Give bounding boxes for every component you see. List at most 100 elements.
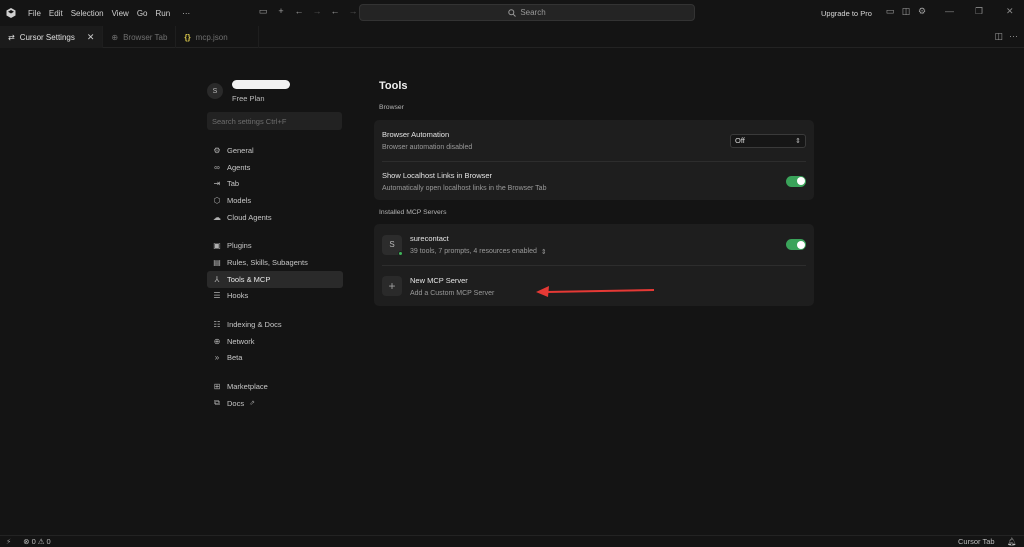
globe-icon: ⊕ — [213, 336, 221, 346]
sidebar-item-docs[interactable]: ⧉ Docs ⇗ — [207, 395, 343, 412]
server-avatar-letter: S — [389, 240, 395, 249]
sidebar-item-rules[interactable]: ▤ Rules, Skills, Subagents — [207, 254, 343, 271]
sidebar-item-label: General — [227, 145, 254, 155]
sidebar-item-hooks[interactable]: ☰ Hooks — [207, 288, 343, 305]
sidebar-item-agents[interactable]: ∞ Agents — [207, 159, 343, 176]
sidebar-item-general[interactable]: ⚙ General — [207, 142, 343, 159]
split-editor-icon[interactable]: ◫ — [994, 31, 1003, 42]
cursor-tab-status[interactable]: Cursor Tab — [958, 537, 995, 546]
localhost-links-row: Show Localhost Links in Browser Automati… — [374, 162, 814, 200]
tab-label: mcp.json — [195, 32, 228, 42]
tab-mcp-json[interactable]: {} mcp.json — [176, 26, 259, 48]
sidebar-item-models[interactable]: ⬡ Models — [207, 192, 343, 209]
mcp-server-row: S surecontact 39 tools, 7 prompts, 4 res… — [374, 224, 814, 265]
plus-icon: + — [382, 276, 402, 296]
gear-icon[interactable]: ⚙ — [917, 6, 927, 17]
sidebar-item-network[interactable]: ⊕ Network — [207, 333, 343, 350]
sidebar-item-indexing-docs[interactable]: ☷ Indexing & Docs — [207, 316, 343, 333]
browser-section-label: Browser — [379, 104, 404, 111]
settings-sliders-icon: ⇄ — [8, 32, 15, 42]
menu-run[interactable]: Run — [155, 9, 170, 18]
setting-title: Browser Automation — [382, 130, 450, 139]
external-link-icon: ⇗ — [249, 400, 255, 408]
globe-icon: ⊕ — [111, 32, 119, 42]
sidebar-item-cloud-agents[interactable]: ☁ Cloud Agents — [207, 209, 343, 226]
nav-group-external: ⊞ Marketplace ⧉ Docs ⇗ — [207, 378, 343, 411]
server-details[interactable]: 39 tools, 7 prompts, 4 resources enabled — [410, 248, 537, 256]
nav-group-tools: ▣ Plugins ▤ Rules, Skills, Subagents ⅄ Tool… — [207, 237, 343, 304]
sidebar-item-label: Cloud Agents — [227, 212, 272, 222]
server-name: surecontact — [410, 233, 449, 243]
more-actions-icon[interactable]: ··· — [1009, 31, 1018, 42]
setting-title: Show Localhost Links in Browser — [382, 170, 493, 180]
database-icon: ☷ — [213, 320, 221, 330]
menu-edit[interactable]: Edit — [49, 9, 63, 18]
upgrade-to-pro-link[interactable]: Upgrade to Pro — [821, 9, 872, 18]
browser-automation-select[interactable]: Off ⇕ — [730, 133, 806, 148]
history-forward-icon[interactable]: → — [348, 6, 358, 17]
sidebar-item-label: Plugins — [227, 241, 252, 251]
mcp-section-label: Installed MCP Servers — [379, 209, 447, 216]
sidebar-item-label: Hooks — [227, 291, 249, 301]
browser-settings-card: Browser Automation Browser automation di… — [374, 120, 814, 200]
sidebar-item-label: Tab — [227, 179, 240, 189]
menu-file[interactable]: File — [28, 9, 41, 18]
minimize-icon[interactable]: — — [945, 6, 954, 16]
sidebar-item-beta[interactable]: » Beta — [207, 350, 343, 367]
warning-count[interactable]: 0 — [46, 537, 50, 546]
sidebar-item-label: Marketplace — [227, 382, 268, 392]
sidebar-item-plugins[interactable]: ▣ Plugins — [207, 237, 343, 254]
chevron-updown-icon[interactable]: ⇕ — [541, 248, 547, 256]
remote-icon[interactable]: ⚡ — [6, 537, 11, 546]
sidebar-item-label: Docs — [227, 398, 245, 408]
json-braces-icon: {} — [184, 32, 191, 42]
menu-selection[interactable]: Selection — [71, 9, 104, 18]
tab-browser-tab[interactable]: ⊕ Browser Tab — [103, 26, 177, 48]
status-dot — [398, 250, 403, 256]
tools-settings-panel: Tools Browser Browser Automation Browser… — [374, 80, 814, 306]
menu-go[interactable]: Go — [137, 9, 148, 18]
sidebar-item-tab[interactable]: ⇥ Tab — [207, 175, 343, 192]
close-window-icon[interactable]: ✕ — [1006, 6, 1014, 17]
settings-search-input[interactable] — [207, 112, 342, 130]
menu-view[interactable]: View — [112, 9, 129, 18]
back-arrow-icon[interactable]: ← — [294, 6, 304, 17]
server-enabled-toggle[interactable] — [786, 239, 806, 250]
close-icon[interactable]: ✕ — [87, 32, 95, 43]
hooks-icon: ☰ — [213, 291, 221, 301]
toggle-sidebar-icon[interactable]: ◫ — [901, 6, 911, 17]
settings-sidebar: S Free Plan ⚙ General ∞ Agents ⇥ Tab ⬡ Model… — [207, 78, 343, 412]
chat-icon[interactable]: ▭ — [258, 6, 268, 17]
nav-group-main: ⚙ General ∞ Agents ⇥ Tab ⬡ Models ☁ Cloud Age… — [207, 142, 343, 225]
command-search-box[interactable]: Search — [359, 4, 695, 21]
warning-icon[interactable]: ⚠ — [38, 537, 45, 546]
menu-more[interactable]: ··· — [182, 9, 190, 18]
bell-icon[interactable]: 🔔︎ — [1007, 537, 1017, 546]
error-count[interactable]: 0 — [32, 537, 36, 546]
plan-label: Free Plan — [232, 94, 265, 103]
plus-icon[interactable]: + — [276, 6, 286, 17]
infinity-icon: ∞ — [214, 162, 220, 172]
select-value: Off — [735, 136, 745, 145]
tools-icon: ⅄ — [214, 274, 220, 284]
toggle-panel-icon[interactable]: ▭ — [885, 6, 895, 17]
book-icon: ⧉ — [214, 398, 220, 408]
profile: S Free Plan — [207, 78, 343, 108]
sidebar-item-label: Models — [227, 195, 252, 205]
restore-icon[interactable]: ❐ — [975, 6, 983, 17]
setting-subtitle: Automatically open localhost links in th… — [382, 184, 547, 192]
history-back-icon[interactable]: ← — [330, 6, 340, 17]
sidebar-item-marketplace[interactable]: ⊞ Marketplace — [207, 378, 343, 395]
gear-icon: ⚙ — [213, 145, 221, 155]
sidebar-item-label: Indexing & Docs — [227, 320, 282, 330]
sidebar-item-tools-mcp[interactable]: ⅄ Tools & MCP — [207, 270, 343, 288]
forward-arrow-icon[interactable]: → — [312, 6, 322, 17]
cube-icon: ⬡ — [213, 195, 221, 205]
sidebar-item-label: Rules, Skills, Subagents — [227, 257, 308, 267]
tab-cursor-settings[interactable]: ⇄ Cursor Settings ✕ — [0, 26, 104, 48]
sidebar-item-label: Tools & MCP — [227, 274, 271, 284]
browser-automation-row: Browser Automation Browser automation di… — [374, 120, 814, 161]
error-icon[interactable]: ⊗ — [23, 537, 29, 546]
server-avatar: S — [382, 234, 403, 256]
localhost-links-toggle[interactable] — [786, 175, 806, 187]
